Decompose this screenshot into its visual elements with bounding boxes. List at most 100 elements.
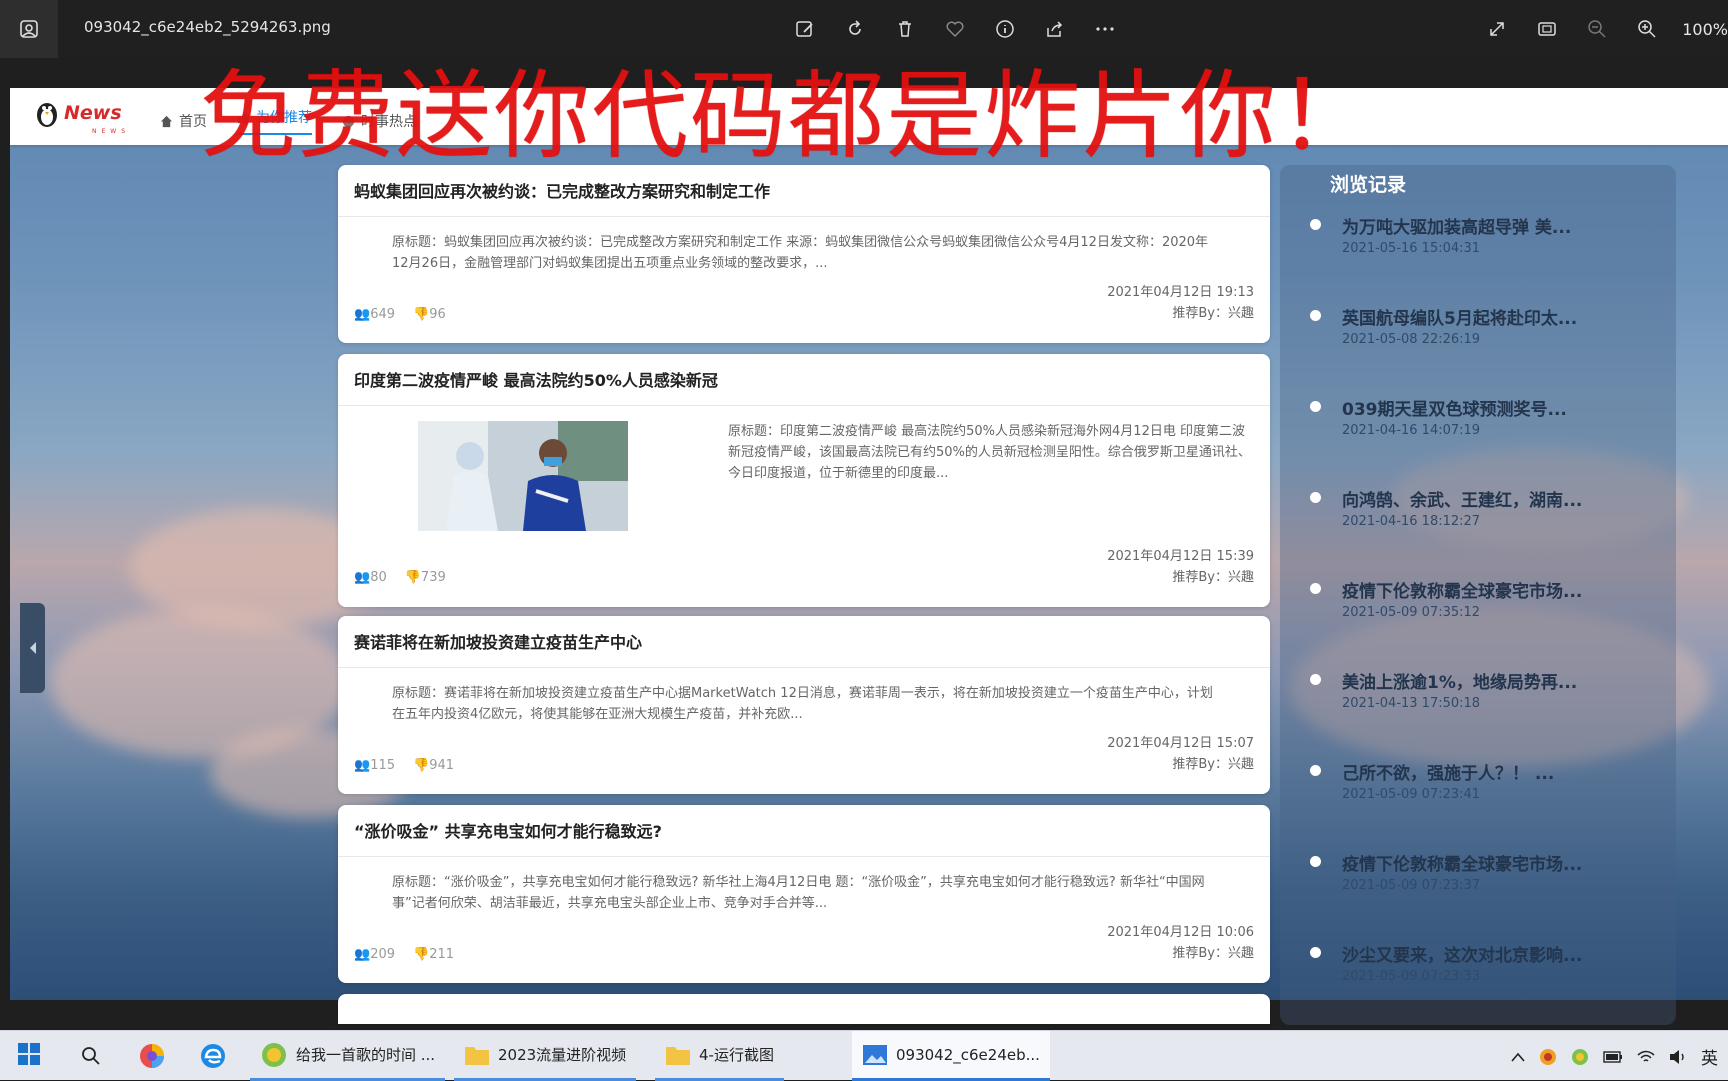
bullet-icon [1310, 219, 1321, 230]
dislike-stat[interactable]: 👎739 [405, 570, 446, 585]
article-card[interactable]: “涨价吸金” 共享充电宝如何才能行稳致远? 原标题：“涨价吸金”，共享充电宝如何… [338, 805, 1270, 983]
system-tray: 英 [1511, 1044, 1718, 1069]
article-stats: 👥209 👎211 [354, 947, 454, 962]
browser-colorful-icon[interactable] [137, 1041, 167, 1071]
site-logo[interactable]: News NEWS [34, 98, 125, 135]
views-stat: 👥209 [354, 947, 395, 962]
logo-subtext: NEWS [92, 128, 131, 135]
thumbs-down-icon: 👎 [404, 570, 421, 585]
photos-app-icon[interactable] [0, 0, 58, 58]
bullet-icon [1310, 947, 1321, 958]
search-icon[interactable] [76, 1041, 106, 1071]
history-item-time: 2021-05-09 07:23:41 [1342, 787, 1481, 802]
dislike-stat[interactable]: 👎96 [413, 307, 446, 322]
article-summary: 原标题：蚂蚁集团回应再次被约谈：已完成整改方案研究和制定工作 来源：蚂蚁集团微信… [392, 235, 1209, 271]
views-stat: 👥115 [354, 758, 395, 773]
article-stats: 👥115 👎941 [354, 758, 454, 773]
history-item-time: 2021-05-09 07:23:37 [1342, 878, 1481, 893]
article-recommender: 推荐By：兴趣 [1172, 757, 1254, 772]
article-card[interactable]: 赛诺菲将在新加坡投资建立疫苗生产中心 原标题：赛诺菲将在新加坡投资建立疫苗生产中… [338, 616, 1270, 794]
wifi-icon[interactable] [1637, 1049, 1655, 1065]
history-item-title[interactable]: 039期天星双色球预测奖号... [1342, 395, 1567, 420]
history-item-title[interactable]: 疫情下伦敦称霸全球豪宅市场... [1342, 850, 1582, 875]
article-summary: 原标题：印度第二波疫情严峻 最高法院约50%人员感染新冠海外网4月12日电 印度… [728, 424, 1251, 481]
sidebar-toggle-button[interactable] [20, 603, 45, 693]
article-date: 2021年04月12日 10:06 [1107, 925, 1254, 940]
bullet-icon [1310, 492, 1321, 503]
history-item-title[interactable]: 疫情下伦敦称霸全球豪宅市场... [1342, 577, 1582, 602]
history-item-time: 2021-05-16 15:04:31 [1342, 241, 1481, 256]
fit-window-icon[interactable] [1532, 14, 1562, 44]
bullet-icon [1310, 583, 1321, 594]
history-item-time: 2021-04-16 14:07:19 [1342, 423, 1481, 438]
article-thumbnail[interactable] [418, 421, 628, 531]
edge-browser-icon[interactable] [198, 1041, 228, 1071]
red-watermark-text: 免费送你代码都是炸片你！ [200, 60, 1376, 172]
taskbar-app-label: 给我一首歌的时间 ... [296, 1046, 436, 1064]
thumbs-down-icon: 👎 [413, 758, 430, 773]
views-stat: 👥80 [354, 570, 387, 585]
folder-icon [465, 1046, 489, 1065]
vaccination-photo [418, 421, 628, 531]
music-tray-icon[interactable] [1571, 1048, 1589, 1066]
dislike-stat[interactable]: 👎211 [413, 947, 454, 962]
chevron-up-icon[interactable] [1511, 1052, 1525, 1062]
history-item-time: 2021-05-09 07:23:33 [1342, 969, 1481, 984]
taskbar-app-label: 093042_c6e24eb... [896, 1045, 1040, 1064]
history-item-title[interactable]: 己所不欲，强施于人？！ ... [1342, 759, 1554, 784]
history-item-time: 2021-04-13 17:50:18 [1342, 696, 1481, 711]
history-item-title[interactable]: 为万吨大驱加装高超导弹 美... [1342, 213, 1571, 238]
folder-icon [666, 1046, 690, 1065]
article-date: 2021年04月12日 15:39 [1107, 549, 1254, 564]
dislike-count: 941 [429, 758, 455, 773]
article-summary: 原标题：赛诺菲将在新加坡投资建立疫苗生产中心据MarketWatch 12日消息… [392, 686, 1213, 722]
article-card[interactable]: 印度第二波疫情严峻 最高法院约50%人员感染新冠 原标题：印度第二波疫情严峻 最… [338, 354, 1270, 607]
music-app-icon [262, 1042, 286, 1067]
article-card-partial[interactable] [338, 994, 1270, 1024]
home-icon [160, 115, 173, 127]
taskbar-app-photos[interactable]: 093042_c6e24eb... [852, 1031, 1050, 1081]
history-item-title[interactable]: 沙尘又要来，这次对北京影响... [1342, 941, 1582, 966]
windows-taskbar: 给我一首歌的时间 ... 2023流量进阶视频 4-运行截图 093042_c6… [0, 1030, 1728, 1081]
article-recommender: 推荐By：兴趣 [1172, 306, 1254, 321]
views-count: 80 [370, 570, 387, 585]
zoom-level[interactable]: 100% [1682, 20, 1728, 39]
photos-icon [863, 1044, 887, 1065]
thumbs-down-icon: 👎 [413, 947, 430, 962]
article-title[interactable]: 印度第二波疫情严峻 最高法院约50%人员感染新冠 [338, 354, 1270, 406]
article-title[interactable]: “涨价吸金” 共享充电宝如何才能行稳致远? [338, 805, 1270, 857]
logo-text: News [64, 102, 122, 124]
dislike-stat[interactable]: 👎941 [413, 758, 454, 773]
zoom-in-icon[interactable] [1632, 14, 1662, 44]
taskbar-app-music[interactable]: 给我一首歌的时间 ... [250, 1031, 446, 1081]
views-count: 649 [370, 307, 396, 322]
viewer-zoom-controls: 100% [1482, 14, 1728, 44]
taskbar-app-label: 2023流量进阶视频 [498, 1046, 627, 1064]
views-count: 209 [370, 947, 396, 962]
taskbar-app-label: 4-运行截图 [699, 1046, 774, 1064]
history-item-time: 2021-04-16 18:12:27 [1342, 514, 1481, 529]
battery-icon[interactable] [1603, 1050, 1623, 1064]
volume-icon[interactable] [1669, 1049, 1687, 1065]
fullscreen-icon[interactable] [1482, 14, 1512, 44]
history-item-title[interactable]: 向鸿鹄、余武、王建红，湖南... [1342, 486, 1582, 511]
users-icon: 👥 [354, 758, 371, 773]
history-item-title[interactable]: 英国航母编队5月起将赴印太... [1342, 304, 1577, 329]
history-sidebar: 浏览记录 为万吨大驱加装高超导弹 美... 2021-05-16 15:04:31… [1280, 165, 1676, 1025]
dislike-count: 96 [429, 307, 446, 322]
penguin-logo-icon [37, 103, 57, 127]
history-item-title[interactable]: 美油上涨逾1%，地缘局势再... [1342, 668, 1577, 693]
bullet-icon [1310, 674, 1321, 685]
start-button[interactable] [18, 1043, 40, 1069]
users-icon: 👥 [354, 307, 371, 322]
ime-indicator[interactable]: 英 [1701, 1044, 1718, 1069]
article-meta: 2021年04月12日 19:13 推荐By：兴趣 [1107, 282, 1254, 324]
article-title[interactable]: 赛诺菲将在新加坡投资建立疫苗生产中心 [338, 616, 1270, 668]
file-name: 093042_c6e24eb2_5294263.png [84, 18, 331, 36]
zoom-out-icon[interactable] [1582, 14, 1612, 44]
taskbar-app-folder-videos[interactable]: 2023流量进阶视频 [454, 1031, 637, 1081]
taskbar-app-folder-screens[interactable]: 4-运行截图 [655, 1031, 784, 1081]
article-recommender: 推荐By：兴趣 [1172, 946, 1254, 961]
tray-app-icon[interactable] [1539, 1048, 1557, 1066]
article-card[interactable]: 蚂蚁集团回应再次被约谈：已完成整改方案研究和制定工作 原标题：蚂蚁集团回应再次被… [338, 165, 1270, 343]
